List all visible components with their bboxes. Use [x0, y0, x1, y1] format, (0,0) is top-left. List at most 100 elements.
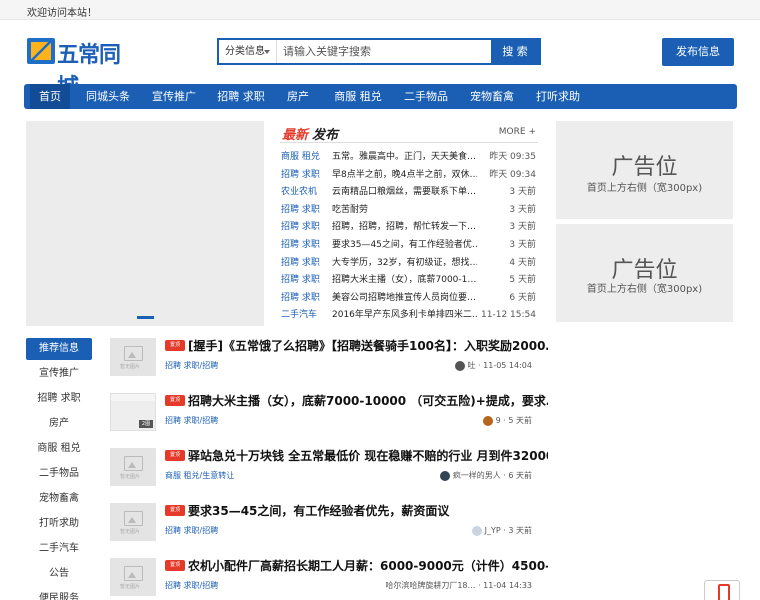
latest-row[interactable]: 招聘 求职 美容公司招聘地推宣传人员岗位要… 6 天前 — [280, 290, 538, 307]
row-time: 11-12 15:54 — [481, 310, 536, 321]
latest-row[interactable]: 招聘 求职 招聘大米主播（女），底薪7000-1… 5 天前 — [280, 272, 538, 289]
nav-item-help[interactable]: 打听求助 — [530, 84, 586, 109]
post-item[interactable]: 暂无图片 置顶 要求35—45之间，有工作经验者优先，薪资面议 招聘 求职/招聘… — [110, 503, 540, 549]
ad-subtitle: 首页上方右侧（宽300px) — [586, 284, 703, 295]
search-category-select[interactable]: 分类信息 — [219, 40, 277, 63]
post-thumbnail[interactable]: 2图 — [110, 393, 156, 431]
row-title[interactable]: 2016年早产东风多利卡单排四米二… — [332, 307, 477, 324]
nav-item-business[interactable]: 商服 租兑 — [330, 84, 386, 109]
sidebar-item-realestate[interactable]: 房产 — [26, 413, 92, 435]
latest-row[interactable]: 二手汽车 2016年早产东风多利卡单排四米二… 11-12 15:54 — [280, 307, 538, 324]
no-image-label: 暂无图片 — [120, 474, 141, 480]
row-category[interactable]: 招聘 求职 — [281, 202, 320, 219]
post-category[interactable]: 商服 租兑/生意转让 — [165, 470, 234, 481]
post-title[interactable]: 招聘大米主播（女），底薪7000-10000 （可交五险)+提成，要求… — [188, 392, 548, 409]
post-item[interactable]: 暂无图片 置顶 [握手]《五常饿了么招聘》【招聘送餐骑手100名】：入职奖励20… — [110, 338, 548, 384]
row-category[interactable]: 招聘 求职 — [281, 290, 320, 307]
sidebar-item-help[interactable]: 打听求助 — [26, 513, 92, 535]
ad-slot-bottom[interactable]: 广告位 首页上方右侧（宽300px) — [556, 224, 733, 322]
row-time: 5 天前 — [509, 275, 536, 286]
row-title[interactable]: 要求35—45之间，有工作经验者优… — [332, 237, 477, 254]
latest-row[interactable]: 招聘 求职 早8点半之前，晚4点半之前，双休… 昨天 09:34 — [280, 167, 538, 184]
logo-mark-icon — [27, 38, 55, 64]
post-item[interactable]: 暂无图片 置顶 驿站急兑十万块钱 全五常最低价 现在稳赚不赔的行业 月到件320… — [110, 448, 548, 494]
avatar — [482, 415, 493, 426]
latest-row[interactable]: 招聘 求职 大专学历，32岁，有初级证，想找… 4 天前 — [280, 255, 538, 272]
row-title[interactable]: 美容公司招聘地推宣传人员岗位要… — [332, 290, 477, 307]
post-title[interactable]: [握手]《五常饿了么招聘》【招聘送餐骑手100名】：入职奖励2000… — [188, 337, 548, 354]
nav-item-headlines[interactable]: 同城头条 — [80, 84, 136, 109]
sidebar-item-services[interactable]: 便民服务 — [26, 588, 92, 600]
sidebar-item-recommended[interactable]: 推荐信息 — [26, 338, 92, 360]
post-meta-text: 疯一样的男人 · 6 天前 — [452, 471, 532, 480]
ad-title: 广告位 — [611, 155, 678, 180]
nav-item-pets[interactable]: 宠物畜禽 — [464, 84, 520, 109]
post-title[interactable]: 农机小配件厂高薪招长期工人月薪：6000-9000元（计件）4500-500… — [188, 557, 548, 574]
ad-slot-top[interactable]: 广告位 首页上方右侧（宽300px) — [556, 121, 733, 219]
row-title[interactable]: 招聘，招聘，招聘，帮忙转发一下… — [332, 219, 477, 236]
post-category[interactable]: 招聘 求职/招聘 — [165, 525, 218, 536]
avatar — [471, 525, 482, 536]
latest-row[interactable]: 商服 租兑 五常。雅晨高中。正门，天天美食… 昨天 09:35 — [280, 149, 538, 166]
sidebar-item-business[interactable]: 商服 租兑 — [26, 438, 92, 460]
sidebar-item-secondhand[interactable]: 二手物品 — [26, 463, 92, 485]
row-title[interactable]: 五常。雅晨高中。正门，天天美食… — [332, 149, 477, 166]
row-category[interactable]: 商服 租兑 — [281, 149, 320, 166]
pinned-badge: 置顶 — [165, 560, 185, 571]
row-title[interactable]: 云南精品口粮烟丝，需要联系下单… — [332, 184, 477, 201]
sidebar-item-notice[interactable]: 公告 — [26, 563, 92, 585]
pinned-badge: 置顶 — [165, 450, 185, 461]
search-button[interactable]: 搜 索 — [491, 40, 539, 63]
no-image-label: 暂无图片 — [120, 529, 141, 535]
sidebar-item-pets[interactable]: 宠物畜禽 — [26, 488, 92, 510]
nav-item-secondhand[interactable]: 二手物品 — [398, 84, 454, 109]
post-category[interactable]: 招聘 求职/招聘 — [165, 580, 218, 591]
latest-row[interactable]: 农业农机 云南精品口粮烟丝，需要联系下单… 3 天前 — [280, 184, 538, 201]
post-title[interactable]: 要求35—45之间，有工作经验者优先，薪资面议 — [188, 502, 548, 519]
post-title[interactable]: 驿站急兑十万块钱 全五常最低价 现在稳赚不赔的行业 月到件32000… — [188, 447, 548, 464]
post-thumbnail[interactable]: 暂无图片 — [110, 448, 156, 486]
nav-item-realestate[interactable]: 房产 — [280, 84, 316, 109]
pinned-badge: 置顶 — [165, 505, 185, 516]
row-title[interactable]: 吃苦耐劳 — [332, 202, 477, 219]
nav-item-jobs[interactable]: 招聘 求职 — [212, 84, 270, 109]
mobile-version-icon[interactable] — [704, 580, 740, 600]
post-category[interactable]: 招聘 求职/招聘 — [165, 360, 218, 371]
row-category[interactable]: 招聘 求职 — [281, 272, 320, 289]
row-category[interactable]: 招聘 求职 — [281, 237, 320, 254]
sidebar-item-cars[interactable]: 二手汽车 — [26, 538, 92, 560]
latest-posts-panel: 最新 发布 MORE + 商服 租兑 五常。雅晨高中。正门，天天美食… 昨天 09:… — [280, 121, 538, 326]
site-logo[interactable]: 五常同城 — [27, 36, 137, 100]
post-thumbnail[interactable]: 暂无图片 — [110, 503, 156, 541]
row-category[interactable]: 招聘 求职 — [281, 219, 320, 236]
post-meta-text: 哈尔滨哈牌旋耕刀厂18… · 11-04 14:33 — [385, 581, 532, 590]
post-item[interactable]: 暂无图片 置顶 农机小配件厂高薪招长期工人月薪：6000-9000元（计件）45… — [110, 558, 548, 600]
row-time: 4 天前 — [509, 257, 536, 268]
row-category[interactable]: 招聘 求职 — [281, 255, 320, 272]
publish-button[interactable]: 发布信息 — [662, 38, 734, 66]
nav-item-home[interactable]: 首页 — [30, 84, 70, 109]
post-meta: 9 · 5 天前 — [482, 415, 532, 426]
slider-indicator[interactable] — [137, 316, 154, 319]
post-item[interactable]: 2图 置顶 招聘大米主播（女），底薪7000-10000 （可交五险)+提成，要… — [110, 393, 548, 439]
row-category[interactable]: 二手汽车 — [281, 307, 317, 324]
row-title[interactable]: 招聘大米主播（女），底薪7000-1… — [332, 272, 477, 289]
sidebar-item-promotion[interactable]: 宣传推广 — [26, 363, 92, 385]
latest-row[interactable]: 招聘 求职 招聘，招聘，招聘，帮忙转发一下… 3 天前 — [280, 219, 538, 236]
post-thumbnail[interactable]: 暂无图片 — [110, 558, 156, 596]
latest-row[interactable]: 招聘 求职 吃苦耐劳 3 天前 — [280, 202, 538, 219]
row-title[interactable]: 大专学历，32岁，有初级证，想找… — [332, 255, 477, 272]
nav-item-promotion[interactable]: 宣传推广 — [146, 84, 202, 109]
post-thumbnail[interactable]: 暂无图片 — [110, 338, 156, 376]
latest-header: 最新 发布 MORE + — [280, 121, 538, 143]
row-category[interactable]: 招聘 求职 — [281, 167, 320, 184]
row-category[interactable]: 农业农机 — [281, 184, 317, 201]
latest-row[interactable]: 招聘 求职 要求35—45之间，有工作经验者优… 3 天前 — [280, 237, 538, 254]
more-link[interactable]: MORE + — [499, 127, 536, 137]
search-input[interactable] — [283, 42, 483, 61]
banner-slider[interactable] — [26, 121, 264, 326]
row-title[interactable]: 早8点半之前，晚4点半之前，双休… — [332, 167, 477, 184]
row-time: 6 天前 — [509, 292, 536, 303]
sidebar-item-jobs[interactable]: 招聘 求职 — [26, 388, 92, 410]
post-category[interactable]: 招聘 求职/招聘 — [165, 415, 218, 426]
